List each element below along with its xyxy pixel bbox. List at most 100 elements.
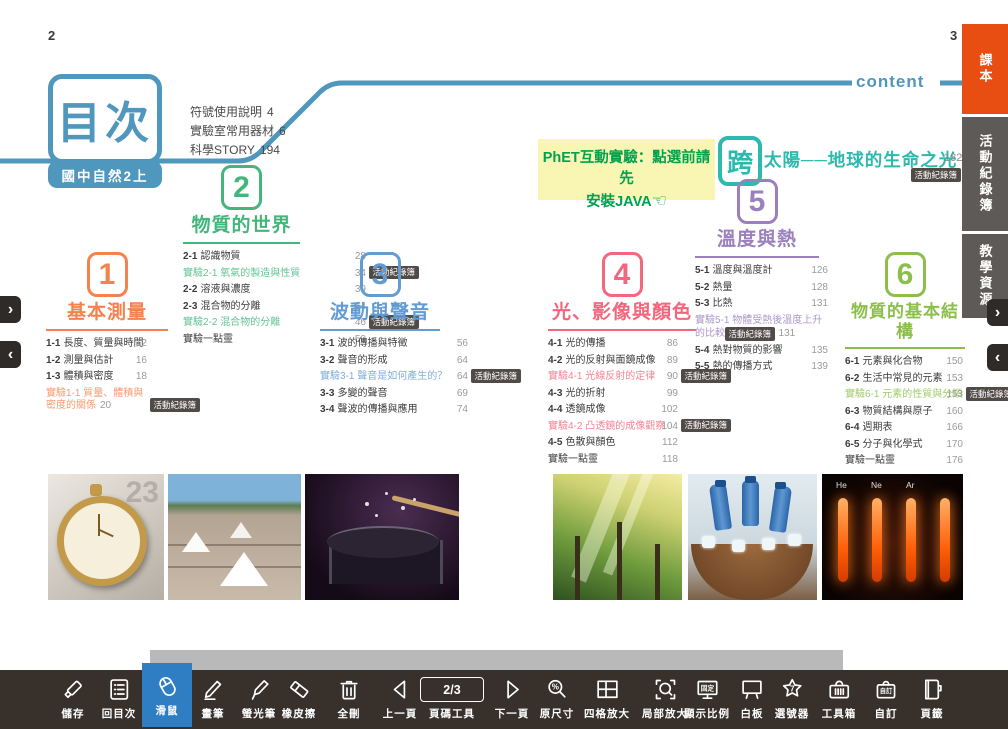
tool-number-picker[interactable]: 7選號器 <box>775 675 810 721</box>
tool-label: 自訂 <box>873 706 900 721</box>
chapter-4: 4光、影像與顏色4-1光的傳播864-2光的反射與面鏡成像89實驗4-1 光線反… <box>548 252 696 470</box>
front-matter-item[interactable]: 符號使用說明4 <box>190 103 286 122</box>
nav-arrow-left-back[interactable]: ‹ <box>0 341 21 368</box>
tab-activity-notebook[interactable]: 活動紀錄簿 <box>962 117 1008 231</box>
toc-item[interactable]: 1-3體積與密度18 <box>46 371 147 384</box>
horizontal-scrollbar[interactable] <box>150 650 843 671</box>
tool-eraser[interactable]: 橡皮擦 <box>282 675 317 721</box>
tool-delete-all[interactable]: 全刪 <box>336 675 363 721</box>
tool-four-grid-zoom[interactable]: 四格放大 <box>584 675 630 721</box>
chapter-rule <box>548 329 696 332</box>
activity-book-tag[interactable]: 活動紀錄簿 <box>150 398 200 412</box>
toc-item[interactable]: 6-2生活中常見的元素153 <box>845 373 963 386</box>
nav-arrow-right-back[interactable]: ‹ <box>987 344 1008 371</box>
toc-item[interactable]: 實驗1-1 質量、體積與密度的關係20活動紀錄簿 <box>46 388 147 413</box>
tool-custom[interactable]: 自訂自訂 <box>873 675 900 721</box>
toc-item[interactable]: 實驗一點靈118 <box>548 454 678 467</box>
tool-save[interactable]: 儲存 <box>60 675 87 721</box>
chapter-number-badge[interactable]: 3 <box>360 252 401 297</box>
toc-item[interactable]: 實驗一點靈176 <box>845 455 963 468</box>
tool-display-ratio[interactable]: 固定顯示比例 <box>684 675 730 721</box>
toc-item[interactable]: 實驗4-2 凸透鏡的成像觀察104活動紀錄簿 <box>548 421 678 434</box>
toc-item[interactable]: 6-1元素與化合物150 <box>845 356 963 369</box>
toc-item[interactable]: 5-2熱量128 <box>695 282 828 295</box>
item-title: 光的折射 <box>565 388 659 401</box>
toc-item[interactable]: 實驗5-1 物體受熱後溫度上升的比較活動紀錄簿131 <box>695 315 828 341</box>
front-matter-label: 科學STORY <box>190 143 255 157</box>
item-page: 56 <box>453 338 468 351</box>
page-indicator-box: 2/3 <box>420 677 484 702</box>
nav-arrow-left-forward[interactable]: › <box>0 296 21 323</box>
tool-next-page[interactable]: 下一頁 <box>495 675 530 721</box>
chapter-number-badge[interactable]: 4 <box>602 252 643 297</box>
chapter-6: 6 物質的基本結構 6-1元素與化合物150 6-2生活中常見的元素153 實驗6-1 … <box>845 252 965 472</box>
toc-item[interactable]: 實驗6-1 元素的性質與分類153活動紀錄簿 <box>845 389 963 402</box>
item-page: 166 <box>946 422 963 435</box>
toc-item[interactable]: 5-4熱對物質的影響135 <box>695 345 828 358</box>
toc-item[interactable]: 3-3多變的聲音69 <box>320 388 468 401</box>
item-number: 1-3 <box>46 371 60 384</box>
item-title: 生活中常見的元素 <box>862 373 942 386</box>
toc-item[interactable]: 3-1波的傳播與特徵56 <box>320 338 468 351</box>
toc-item[interactable]: 4-2光的反射與面鏡成像89 <box>548 355 678 368</box>
tool-original-size[interactable]: %原尺寸 <box>540 675 575 721</box>
tool-mouse[interactable]: 滑鼠 <box>142 663 192 727</box>
activity-book-tag[interactable]: 活動紀錄簿 <box>911 168 961 182</box>
right-page-number: 3 <box>950 28 957 43</box>
item-page: 20 <box>100 400 111 411</box>
toc-item[interactable]: 6-5分子與化學式170 <box>845 439 963 452</box>
tool-area-zoom[interactable]: 局部放大 <box>642 675 688 721</box>
toc-item[interactable]: 4-1光的傳播86 <box>548 338 678 351</box>
toc-item[interactable]: 1-1長度、質量與時間12 <box>46 338 147 351</box>
chapter-number-badge[interactable]: 6 <box>885 252 926 297</box>
activity-book-tag[interactable]: 活動紀錄簿 <box>725 327 775 341</box>
toc-item[interactable]: 1-2測量與估計16 <box>46 355 147 368</box>
toc-item[interactable]: 6-3物質結構與原子160 <box>845 406 963 419</box>
tool-page-number[interactable]: 2/3頁碼工具 <box>420 675 484 721</box>
chapter-title: 物質的基本結構 <box>845 302 965 343</box>
nav-arrow-right-forward[interactable]: › <box>987 299 1008 326</box>
chapter-number-badge[interactable]: 2 <box>221 165 262 210</box>
tool-highlighter[interactable]: 螢光筆 <box>242 675 277 721</box>
front-matter-item[interactable]: 實驗室常用器材6 <box>190 122 286 141</box>
toc-item[interactable]: 6-4週期表166 <box>845 422 963 435</box>
item-page: 64 <box>453 371 468 384</box>
chapter-heading: 2物質的世界 <box>183 165 300 244</box>
chapter-number-badge[interactable]: 5 <box>737 179 778 224</box>
item-title: 波的傳播與特徵 <box>337 338 449 351</box>
activity-book-tag[interactable]: 活動紀錄簿 <box>681 419 731 433</box>
item-page: 139 <box>811 361 828 374</box>
toc-item[interactable]: 5-1溫度與溫度計126 <box>695 265 828 278</box>
tab-textbook[interactable]: 課本 <box>962 24 1008 114</box>
item-title: 色散與顏色 <box>565 437 658 450</box>
tool-label: 原尺寸 <box>540 706 575 721</box>
tool-page-tabs[interactable]: 頁籤 <box>919 675 946 721</box>
chapter-number-badge[interactable]: 1 <box>87 252 128 297</box>
toc-item[interactable]: 5-5熱的傳播方式139 <box>695 361 828 374</box>
grid-icon <box>584 675 630 704</box>
activity-book-tag[interactable]: 活動紀錄簿 <box>471 369 521 383</box>
tool-prev-page[interactable]: 上一頁 <box>383 675 418 721</box>
chapter-items: 3-1波的傳播與特徵563-2聲音的形成64實驗3-1 聲音是如何產生的？64活… <box>320 338 468 417</box>
toc-item[interactable]: 4-4透鏡成像102 <box>548 404 678 417</box>
item-title: 元素與化合物 <box>862 356 942 369</box>
toc-item[interactable]: 實驗3-1 聲音是如何產生的？64活動紀錄簿 <box>320 371 468 384</box>
toc-item[interactable]: 3-2聲音的形成64 <box>320 355 468 368</box>
toc-item[interactable]: 5-3比熱131 <box>695 298 828 311</box>
activity-book-tag[interactable]: 活動紀錄簿 <box>966 387 1008 401</box>
tool-toolbox[interactable]: 工具箱 <box>822 675 857 721</box>
tool-label: 滑鼠 <box>142 703 192 718</box>
toc-item[interactable]: 3-4聲波的傳播與應用74 <box>320 404 468 417</box>
toc-title-box: 目次 <box>48 74 162 164</box>
item-title: 分子與化學式 <box>862 439 942 452</box>
tool-pen[interactable]: 畫筆 <box>200 675 227 721</box>
front-matter-item[interactable]: 科學STORY194 <box>190 141 286 160</box>
toc-title: 目次 <box>57 87 153 151</box>
tool-back-to-toc[interactable]: 回目次 <box>102 675 137 721</box>
tool-label: 工具箱 <box>822 706 857 721</box>
toc-item[interactable]: 4-3光的折射99 <box>548 388 678 401</box>
tool-whiteboard[interactable]: 白板 <box>739 675 766 721</box>
toc-item[interactable]: 4-5色散與顏色112 <box>548 437 678 450</box>
tool-label: 白板 <box>739 706 766 721</box>
toc-item[interactable]: 實驗4-1 光線反射的定律90活動紀錄簿 <box>548 371 678 384</box>
